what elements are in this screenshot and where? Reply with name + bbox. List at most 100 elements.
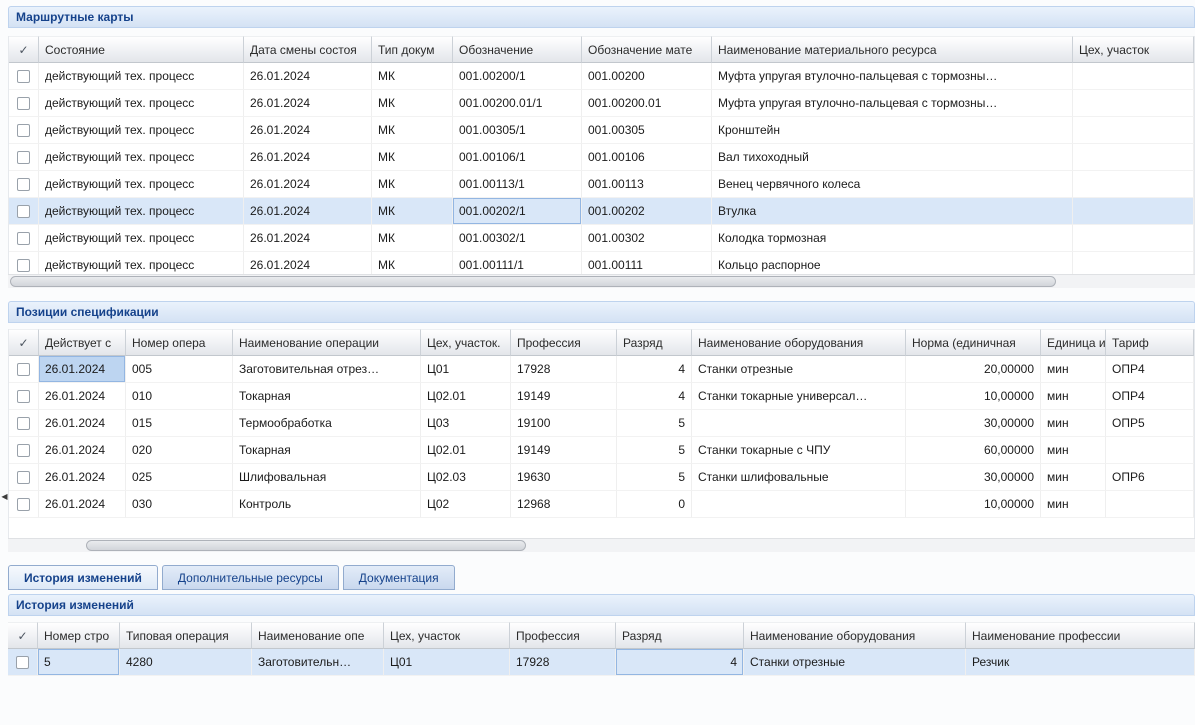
table-row[interactable]: действующий тех. процесс26.01.2024МК001.… — [9, 198, 1194, 225]
select-all-header[interactable]: ✓ — [9, 329, 39, 356]
cell[interactable] — [1073, 90, 1194, 117]
cell[interactable]: 001.00106 — [582, 144, 712, 171]
cell[interactable]: Резчик — [966, 649, 1195, 676]
cell[interactable]: 005 — [126, 356, 233, 383]
row-checkbox[interactable] — [17, 471, 30, 484]
cell[interactable]: ОПР4 — [1106, 383, 1194, 410]
cell[interactable]: 17928 — [511, 356, 617, 383]
cell[interactable]: 26.01.2024 — [39, 437, 126, 464]
table-row[interactable]: действующий тех. процесс26.01.2024МК001.… — [9, 63, 1194, 90]
column-header[interactable]: Разряд — [616, 622, 744, 649]
cell[interactable]: Станки отрезные — [692, 356, 906, 383]
row-checkbox[interactable] — [17, 259, 30, 272]
row-checkbox[interactable] — [17, 205, 30, 218]
cell[interactable]: действующий тех. процесс — [39, 171, 244, 198]
cell[interactable]: Венец червячного колеса — [712, 171, 1073, 198]
cell[interactable]: 0 — [617, 491, 692, 518]
cell[interactable]: 10,00000 — [906, 383, 1041, 410]
row-checkbox[interactable] — [17, 417, 30, 430]
table-row[interactable]: действующий тех. процесс26.01.2024МК001.… — [9, 171, 1194, 198]
cell[interactable]: Ц02.03 — [421, 464, 511, 491]
cell[interactable]: МК — [372, 90, 453, 117]
cell[interactable] — [1073, 144, 1194, 171]
cell[interactable]: 001.00302/1 — [453, 225, 582, 252]
cell[interactable]: 001.00200 — [582, 63, 712, 90]
row-checkbox[interactable] — [17, 151, 30, 164]
cell[interactable] — [1073, 198, 1194, 225]
row-checkbox[interactable] — [17, 390, 30, 403]
cell[interactable]: 025 — [126, 464, 233, 491]
tab-item[interactable]: Дополнительные ресурсы — [162, 565, 339, 590]
route-maps-hscrollbar-thumb[interactable] — [10, 276, 1056, 287]
cell[interactable]: 26.01.2024 — [39, 356, 126, 383]
cell[interactable]: 19100 — [511, 410, 617, 437]
cell[interactable]: 001.00305/1 — [453, 117, 582, 144]
cell[interactable]: 001.00305 — [582, 117, 712, 144]
column-header[interactable]: Цех, участок — [384, 622, 510, 649]
cell[interactable]: 001.00106/1 — [453, 144, 582, 171]
cell[interactable]: МК — [372, 171, 453, 198]
cell[interactable]: Муфта упругая втулочно-пальцевая с тормо… — [712, 90, 1073, 117]
row-checkbox[interactable] — [17, 178, 30, 191]
cell[interactable]: 12968 — [511, 491, 617, 518]
cell[interactable]: мин — [1041, 464, 1106, 491]
row-checkbox[interactable] — [16, 656, 29, 669]
column-header[interactable]: Номер стро — [38, 622, 120, 649]
cell[interactable]: 030 — [126, 491, 233, 518]
table-row[interactable]: 26.01.2024025ШлифовальнаяЦ02.03196305Ста… — [9, 464, 1194, 491]
cell[interactable]: Кольцо распорное — [712, 252, 1073, 274]
column-header[interactable]: Наименование опе — [252, 622, 384, 649]
table-row[interactable]: 26.01.2024020ТокарнаяЦ02.01191495Станки … — [9, 437, 1194, 464]
cell[interactable]: 26.01.2024 — [39, 383, 126, 410]
spec-positions-hscrollbar-thumb[interactable] — [86, 540, 526, 551]
cell[interactable]: 001.00113 — [582, 171, 712, 198]
column-header[interactable]: Типовая операция — [120, 622, 252, 649]
cell[interactable]: действующий тех. процесс — [39, 90, 244, 117]
cell[interactable]: 4 — [616, 649, 744, 676]
cell[interactable]: 001.00200/1 — [453, 63, 582, 90]
cell[interactable]: 10,00000 — [906, 491, 1041, 518]
cell[interactable]: 20,00000 — [906, 356, 1041, 383]
cell[interactable]: МК — [372, 63, 453, 90]
spec-positions-hscrollbar[interactable] — [8, 538, 1195, 552]
cell[interactable]: ОПР6 — [1106, 464, 1194, 491]
cell[interactable]: 30,00000 — [906, 464, 1041, 491]
cell[interactable] — [692, 410, 906, 437]
column-header[interactable]: Наименование профессии — [966, 622, 1195, 649]
table-row[interactable]: 54280Заготовительн…Ц01179284Станки отрез… — [8, 649, 1195, 676]
cell[interactable]: ОПР5 — [1106, 410, 1194, 437]
cell[interactable]: Контроль — [233, 491, 421, 518]
cell[interactable]: Заготовительн… — [252, 649, 384, 676]
column-header[interactable]: Состояние — [39, 36, 244, 63]
column-header[interactable]: Цех, участок — [1073, 36, 1194, 63]
cell[interactable]: Заготовительная отрез… — [233, 356, 421, 383]
table-row[interactable]: 26.01.2024010ТокарнаяЦ02.01191494Станки … — [9, 383, 1194, 410]
row-checkbox[interactable] — [17, 363, 30, 376]
cell[interactable]: МК — [372, 117, 453, 144]
cell[interactable]: 19630 — [511, 464, 617, 491]
cell[interactable]: мин — [1041, 356, 1106, 383]
cell[interactable] — [1073, 117, 1194, 144]
cell[interactable]: 001.00111/1 — [453, 252, 582, 274]
cell[interactable]: 60,00000 — [906, 437, 1041, 464]
cell[interactable]: 17928 — [510, 649, 616, 676]
select-all-header[interactable]: ✓ — [9, 36, 39, 63]
cell[interactable] — [1106, 437, 1194, 464]
cell[interactable]: 26.01.2024 — [244, 225, 372, 252]
cell[interactable]: 26.01.2024 — [39, 491, 126, 518]
column-header[interactable]: Действует с — [39, 329, 126, 356]
table-row[interactable]: 26.01.2024015ТермообработкаЦ0319100530,0… — [9, 410, 1194, 437]
cell[interactable]: Станки токарные универсал… — [692, 383, 906, 410]
column-header[interactable]: Наименование оборудования — [744, 622, 966, 649]
cell[interactable]: действующий тех. процесс — [39, 63, 244, 90]
column-header[interactable]: Обозначение мате — [582, 36, 712, 63]
cell[interactable]: действующий тех. процесс — [39, 198, 244, 225]
cell[interactable]: 001.00202/1 — [453, 198, 582, 225]
cell[interactable]: действующий тех. процесс — [39, 144, 244, 171]
cell[interactable]: Ц01 — [384, 649, 510, 676]
cell[interactable]: 26.01.2024 — [244, 252, 372, 274]
row-checkbox[interactable] — [17, 124, 30, 137]
cell[interactable]: МК — [372, 198, 453, 225]
splitter-collapse-handle[interactable]: ◀ — [0, 478, 9, 514]
cell[interactable]: Токарная — [233, 437, 421, 464]
